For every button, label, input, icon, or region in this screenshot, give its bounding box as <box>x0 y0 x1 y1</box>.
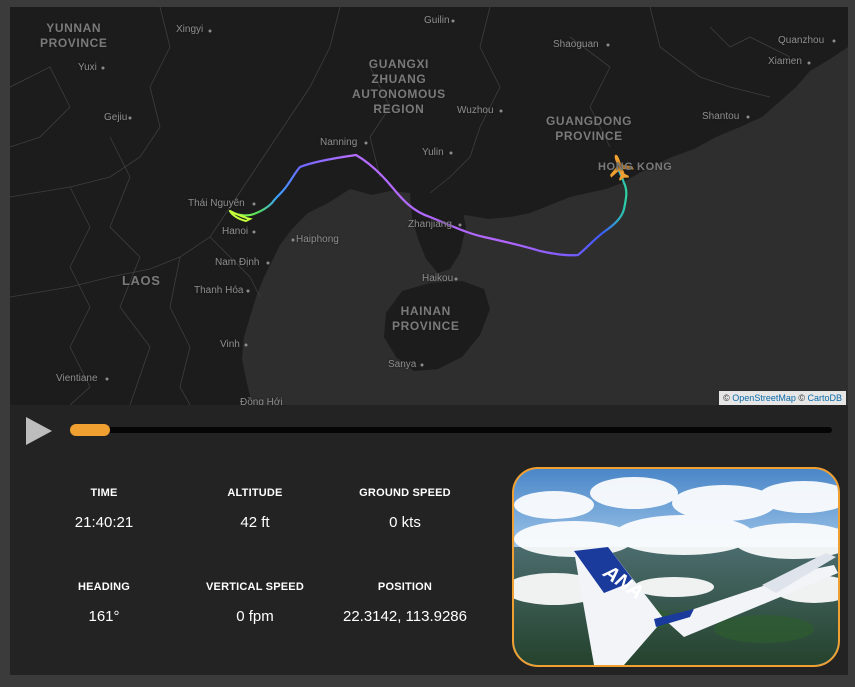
map-label-haiphong: Haiphong <box>296 234 339 245</box>
map-label-quanzhou: Quanzhou <box>778 35 825 46</box>
stat-vertical-speed-label: VERTICAL SPEED <box>206 581 304 593</box>
stat-position: POSITION 22.3142, 113.9286 <box>325 581 485 625</box>
stat-position-label: POSITION <box>377 581 433 593</box>
map-label-wuzhou: Wuzhou <box>457 105 494 116</box>
map-label-sanya: Sanya <box>388 359 417 370</box>
stat-heading-label: HEADING <box>77 581 131 593</box>
stat-ground-speed-value: 0 kts <box>389 514 421 531</box>
cartodb-link[interactable]: CartoDB <box>807 393 842 403</box>
map-label-xingyi: Xingyi <box>176 24 204 35</box>
stat-heading: HEADING 161° <box>24 581 184 625</box>
map-attribution: © OpenStreetMap © CartoDB <box>719 391 846 405</box>
playback-controls <box>10 405 848 453</box>
map-label-gejiu: Gejiu <box>104 112 128 123</box>
map-label-zhanjiang: Zhanjiang <box>408 219 452 230</box>
stat-ground-speed: GROUND SPEED 0 kts <box>325 487 485 531</box>
map-label-hongkong: HONG KONG <box>598 161 673 173</box>
playback-scrubber[interactable] <box>70 424 832 436</box>
map-label-yulin: Yulin <box>422 147 444 158</box>
map-label-nanning: Nanning <box>320 137 358 148</box>
map-label-xiamen: Xiamen <box>768 56 802 67</box>
playback-progress-fill[interactable] <box>70 424 111 436</box>
aircraft-photo: ANA <box>512 467 840 667</box>
map-label-thainguyen: Thái Nguyên <box>188 198 245 209</box>
map-label-yuxi: Yuxi <box>78 62 97 73</box>
map-label-guangdong: GUANGDONG PROVINCE <box>546 114 633 143</box>
stat-time-value: 21:40:21 <box>74 514 134 531</box>
map-label-shantou: Shantou <box>702 111 740 122</box>
flight-replay-panel: YUNNAN PROVINCE GUANGXI ZHUANG AUTONOMOU… <box>10 7 848 675</box>
map-label-haikou: Haikou <box>422 273 454 284</box>
stat-position-value: 22.3142, 113.9286 <box>342 608 467 625</box>
map-label-donghoi: Đồng Hới <box>240 397 283 405</box>
map-label-laos: LAOS <box>122 273 161 288</box>
map-label-yunnan: YUNNAN PROVINCE <box>40 21 108 50</box>
stat-altitude-label: ALTITUDE <box>227 487 283 499</box>
attribution-prefix: © <box>723 393 733 403</box>
openstreetmap-link[interactable]: OpenStreetMap <box>732 393 796 403</box>
stat-altitude: ALTITUDE 42 ft <box>175 487 335 531</box>
stat-vertical-speed: VERTICAL SPEED 0 fpm <box>175 581 335 625</box>
map-label-shaoguan: Shaoguan <box>553 39 599 50</box>
play-icon[interactable] <box>26 417 52 445</box>
map-label-hainan: HAINAN PROVINCE <box>392 304 460 333</box>
stat-time: TIME 21:40:21 <box>24 487 184 531</box>
attribution-separator: © <box>795 393 808 403</box>
stat-heading-value: 161° <box>88 608 120 625</box>
map-label-hanoi: Hanoi <box>222 226 249 237</box>
flight-map[interactable]: YUNNAN PROVINCE GUANGXI ZHUANG AUTONOMOU… <box>10 7 848 405</box>
aircraft-photo-illustration: ANA <box>514 469 838 665</box>
map-label-vientiane: Vientiane <box>56 373 98 384</box>
stat-vertical-speed-value: 0 fpm <box>236 608 274 625</box>
stat-ground-speed-label: GROUND SPEED <box>359 487 451 499</box>
map-label-guilin: Guilin <box>424 15 450 26</box>
stat-time-label: TIME <box>90 487 118 499</box>
map-label-vinh: Vinh <box>220 339 240 350</box>
map-label-thanhhoa: Thanh Hóa <box>194 285 244 296</box>
stat-altitude-value: 42 ft <box>240 514 270 531</box>
map-label-guangxi: GUANGXI ZHUANG AUTONOMOUS REGION <box>352 57 446 116</box>
map-label-namdinh: Nam Định <box>215 257 260 268</box>
